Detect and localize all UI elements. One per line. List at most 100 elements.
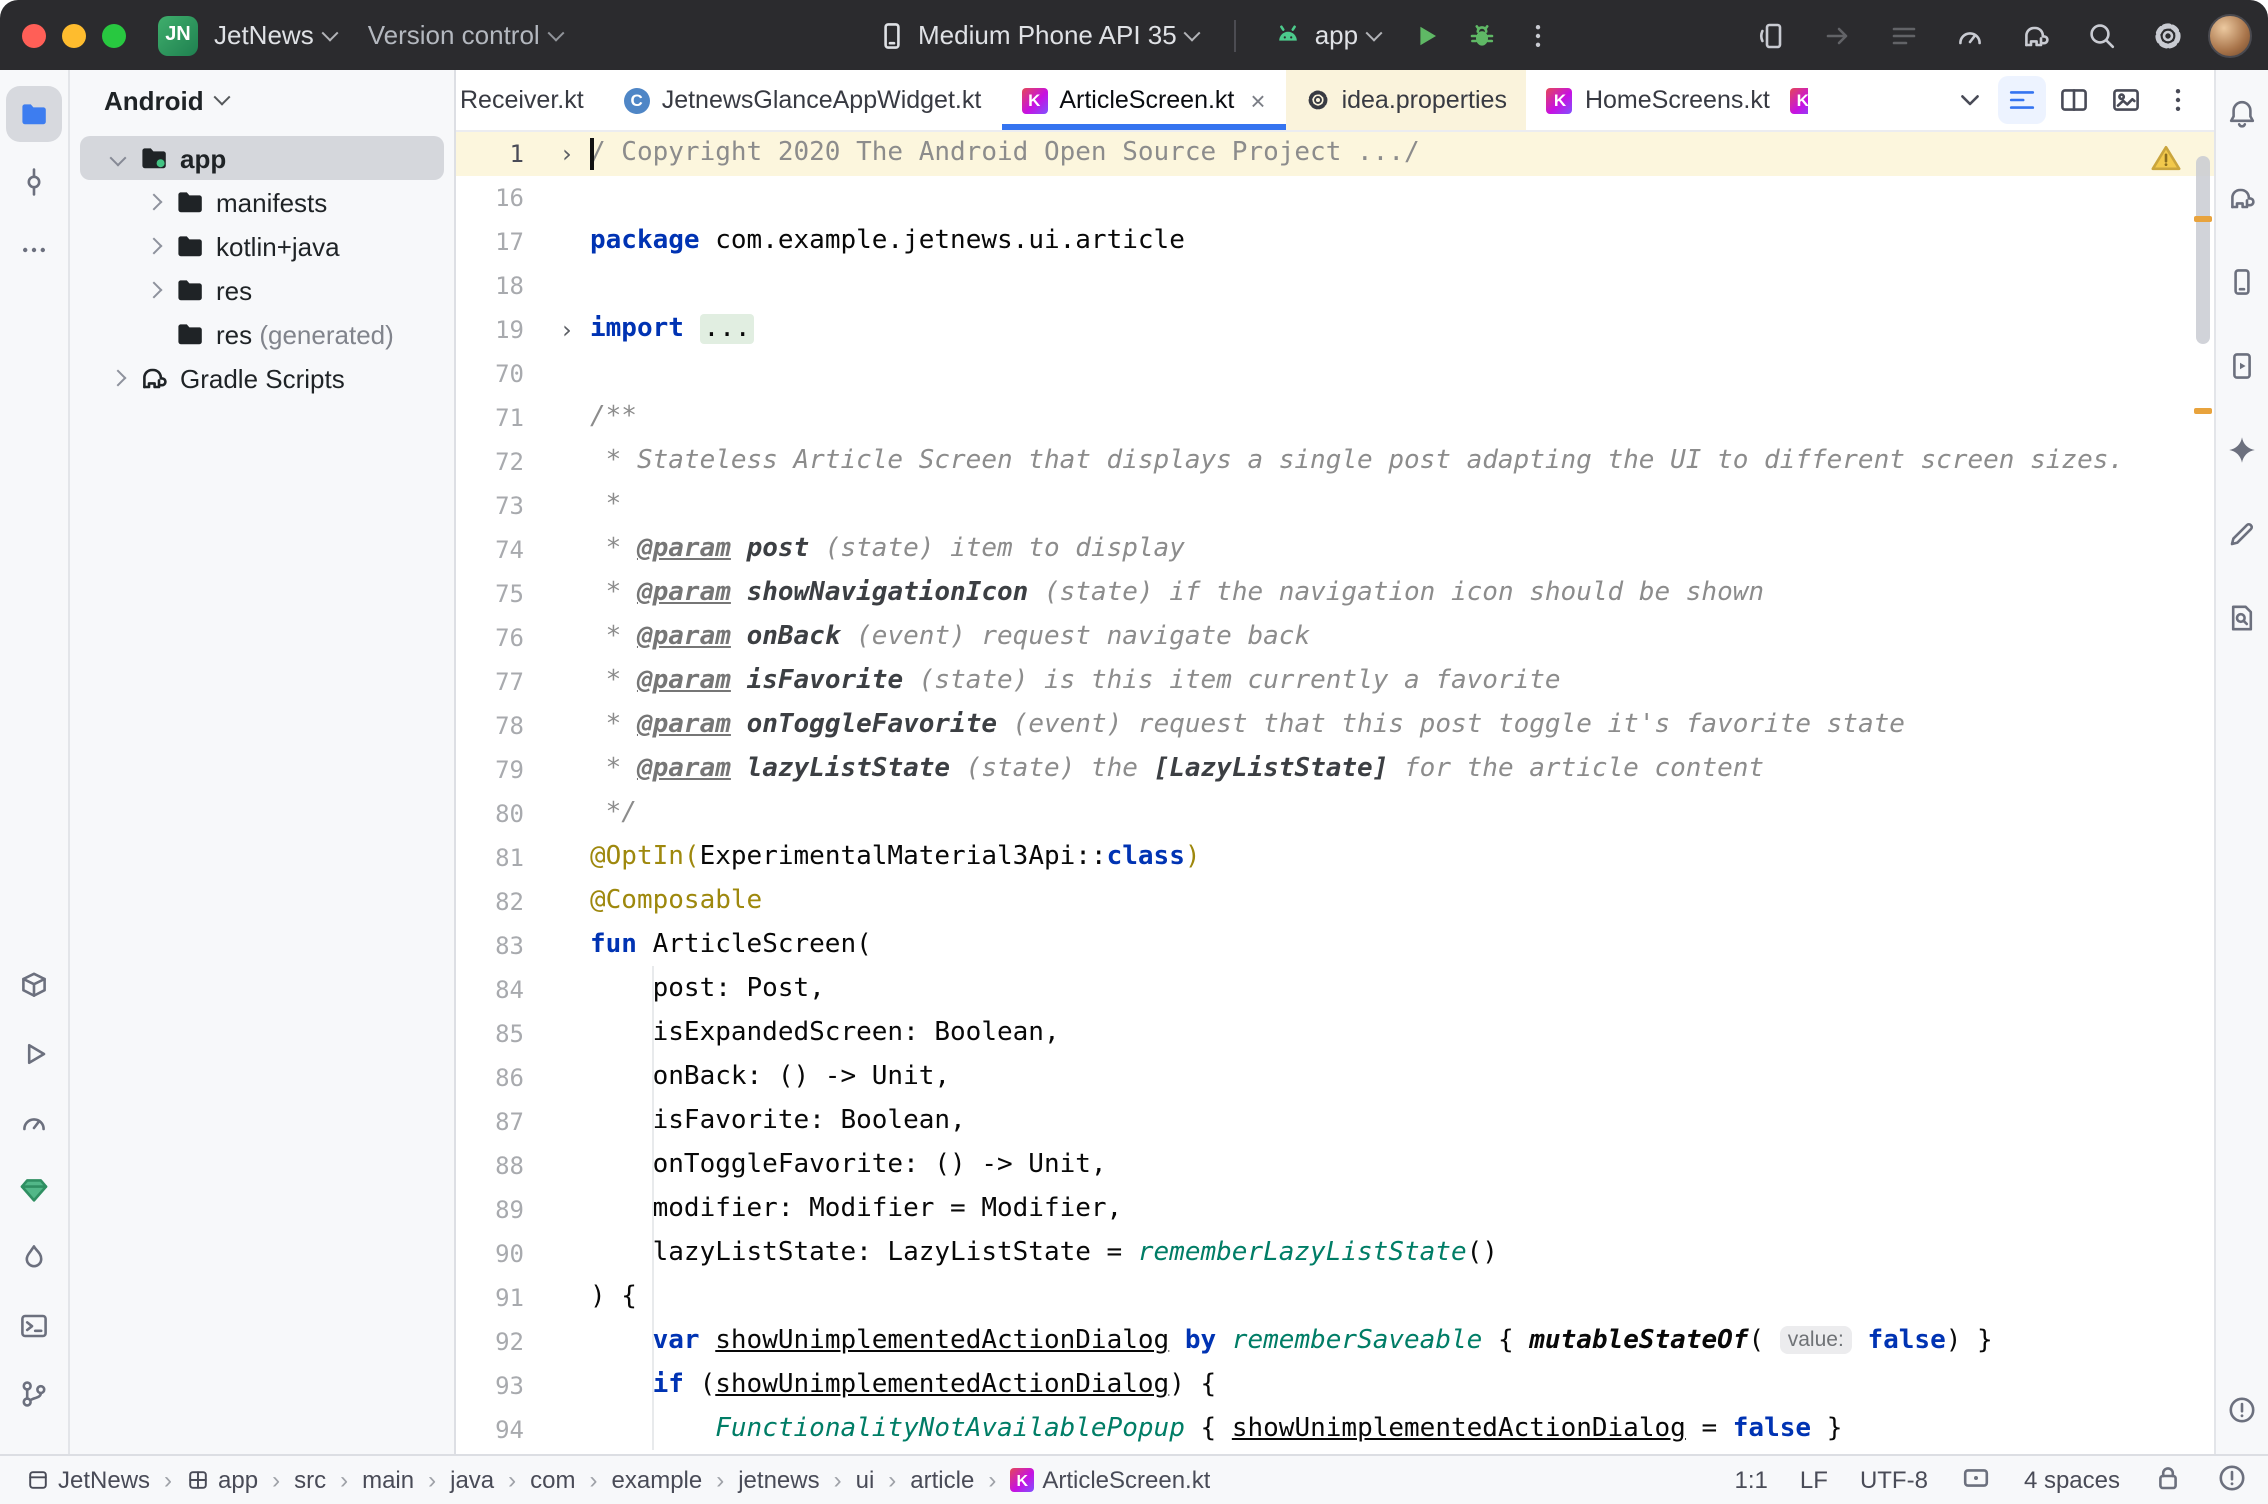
inspections-button[interactable]: [2216, 1461, 2248, 1499]
breadcrumb-item-article[interactable]: article: [910, 1466, 974, 1494]
line-number[interactable]: 1: [456, 132, 524, 176]
code-line-70[interactable]: 70: [456, 352, 2214, 396]
line-number[interactable]: 78: [456, 704, 524, 748]
code-line-71[interactable]: 71/**: [456, 396, 2214, 440]
line-number[interactable]: 93: [456, 1364, 524, 1408]
tree-item-res[interactable]: res: [80, 268, 444, 312]
task-list-button[interactable]: [1878, 9, 1930, 61]
more-run-options-button[interactable]: [1512, 9, 1564, 61]
tree-item-kotlin-java[interactable]: kotlin+java: [80, 224, 444, 268]
breadcrumb-item-src[interactable]: src: [294, 1466, 326, 1494]
code-line-73[interactable]: 73 *: [456, 484, 2214, 528]
code-line-94[interactable]: 94 FunctionalityNotAvailablePopup { show…: [456, 1408, 2214, 1452]
run-button[interactable]: [6, 1026, 62, 1082]
breadcrumb-item-jetnews[interactable]: JetNews: [26, 1466, 150, 1494]
chevron-right-icon[interactable]: [138, 240, 170, 252]
split-view-button[interactable]: [2050, 76, 2098, 124]
profiler-button[interactable]: [1944, 9, 1996, 61]
gradle-sync-button[interactable]: [2010, 9, 2062, 61]
code-line-91[interactable]: 91) {: [456, 1276, 2214, 1320]
code-line-19[interactable]: 19›import ...: [456, 308, 2214, 352]
resource-manager-button[interactable]: [6, 1162, 62, 1218]
fold-region-icon[interactable]: ›: [524, 308, 590, 352]
line-number[interactable]: 86: [456, 1056, 524, 1100]
close-window-button[interactable]: [22, 23, 46, 47]
line-number[interactable]: 89: [456, 1188, 524, 1232]
version-control-button[interactable]: [6, 1366, 62, 1422]
breadcrumb-item-articlescreen-kt[interactable]: KArticleScreen.kt: [1010, 1466, 1210, 1494]
device-selector[interactable]: Medium Phone API 35: [860, 9, 1215, 61]
line-number[interactable]: 72: [456, 440, 524, 484]
line-number[interactable]: 90: [456, 1232, 524, 1276]
running-devices-button[interactable]: [2218, 342, 2266, 390]
tab-jetnewsglanceappwidget-kt[interactable]: CJetnewsGlanceAppWidget.kt: [604, 70, 1002, 130]
tab-homescreens-kt[interactable]: KHomeScreens.kt: [1527, 70, 1790, 130]
lock-button[interactable]: [2152, 1461, 2184, 1499]
file-encoding[interactable]: UTF-8: [1860, 1466, 1928, 1494]
warning-stripe-mark[interactable]: [2194, 216, 2212, 222]
project-menu[interactable]: JetNews: [198, 9, 352, 61]
line-number[interactable]: 92: [456, 1320, 524, 1364]
breadcrumb-item-ui[interactable]: ui: [856, 1466, 875, 1494]
line-number[interactable]: 82: [456, 880, 524, 924]
line-number[interactable]: 76: [456, 616, 524, 660]
breadcrumb-item-java[interactable]: java: [450, 1466, 494, 1494]
breadcrumb-item-app[interactable]: app: [186, 1466, 258, 1494]
tab-idea-properties[interactable]: idea.properties: [1286, 70, 1527, 130]
code-line-82[interactable]: 82@Composable: [456, 880, 2214, 924]
editor-options-button[interactable]: [2154, 76, 2202, 124]
code-view-button[interactable]: [1998, 76, 2046, 124]
project-view-selector[interactable]: Android: [70, 70, 454, 130]
build-variants-button[interactable]: [6, 958, 62, 1014]
line-number[interactable]: 77: [456, 660, 524, 704]
line-number[interactable]: 74: [456, 528, 524, 572]
device-streaming-button[interactable]: [1746, 9, 1798, 61]
line-separator[interactable]: LF: [1800, 1466, 1828, 1494]
search-button[interactable]: [2076, 9, 2128, 61]
chevron-right-icon[interactable]: [102, 372, 134, 384]
breadcrumb-item-example[interactable]: example: [612, 1466, 703, 1494]
code-line-76[interactable]: 76 * @param onBack (event) request navig…: [456, 616, 2214, 660]
code-line-81[interactable]: 81@OptIn(ExperimentalMaterial3Api::class…: [456, 836, 2214, 880]
line-number[interactable]: 70: [456, 352, 524, 396]
line-number[interactable]: 84: [456, 968, 524, 1012]
line-number[interactable]: 83: [456, 924, 524, 968]
terminal-button[interactable]: [6, 1298, 62, 1354]
vcs-menu[interactable]: Version control: [352, 9, 578, 61]
problems-button[interactable]: [2218, 1386, 2266, 1434]
line-number[interactable]: 79: [456, 748, 524, 792]
breadcrumb-item-main[interactable]: main: [362, 1466, 414, 1494]
breadcrumb-item-com[interactable]: com: [530, 1466, 575, 1494]
indent-style[interactable]: 4 spaces: [2024, 1466, 2120, 1494]
fold-region-icon[interactable]: ›: [524, 132, 590, 176]
settings-button[interactable]: [2142, 9, 2194, 61]
design-view-button[interactable]: [2102, 76, 2150, 124]
tree-item-gradle-scripts[interactable]: Gradle Scripts: [80, 356, 444, 400]
code-line-78[interactable]: 78 * @param onToggleFavorite (event) req…: [456, 704, 2214, 748]
forward-arrow-button[interactable]: [1812, 9, 1864, 61]
line-number[interactable]: 87: [456, 1100, 524, 1144]
more-button[interactable]: [6, 222, 62, 278]
line-number[interactable]: 73: [456, 484, 524, 528]
warning-stripe-mark[interactable]: [2194, 408, 2212, 414]
tree-item-manifests[interactable]: manifests: [80, 180, 444, 224]
commit-button[interactable]: [6, 154, 62, 210]
user-avatar[interactable]: [2208, 13, 2252, 57]
close-tab-icon[interactable]: ×: [1250, 85, 1265, 115]
device-manager-button[interactable]: [2218, 258, 2266, 306]
insights-button[interactable]: [6, 1230, 62, 1286]
code-line-84[interactable]: 84 post: Post,: [456, 968, 2214, 1012]
tab-receiver-kt[interactable]: Receiver.kt: [456, 70, 604, 130]
caret-position[interactable]: 1:1: [1735, 1466, 1768, 1494]
chevron-right-icon[interactable]: [138, 196, 170, 208]
zoom-window-button[interactable]: [102, 23, 126, 47]
code-line-93[interactable]: 93 if (showUnimplementedActionDialog) {: [456, 1364, 2214, 1408]
code-line-90[interactable]: 90 lazyListState: LazyListState = rememb…: [456, 1232, 2214, 1276]
tree-item-app[interactable]: app: [80, 136, 444, 180]
chevron-down-icon[interactable]: [102, 152, 134, 164]
line-number[interactable]: 17: [456, 220, 524, 264]
find-button[interactable]: [2218, 594, 2266, 642]
code-line-86[interactable]: 86 onBack: () -> Unit,: [456, 1056, 2214, 1100]
profiler-tool-button[interactable]: [6, 1094, 62, 1150]
line-number[interactable]: 75: [456, 572, 524, 616]
